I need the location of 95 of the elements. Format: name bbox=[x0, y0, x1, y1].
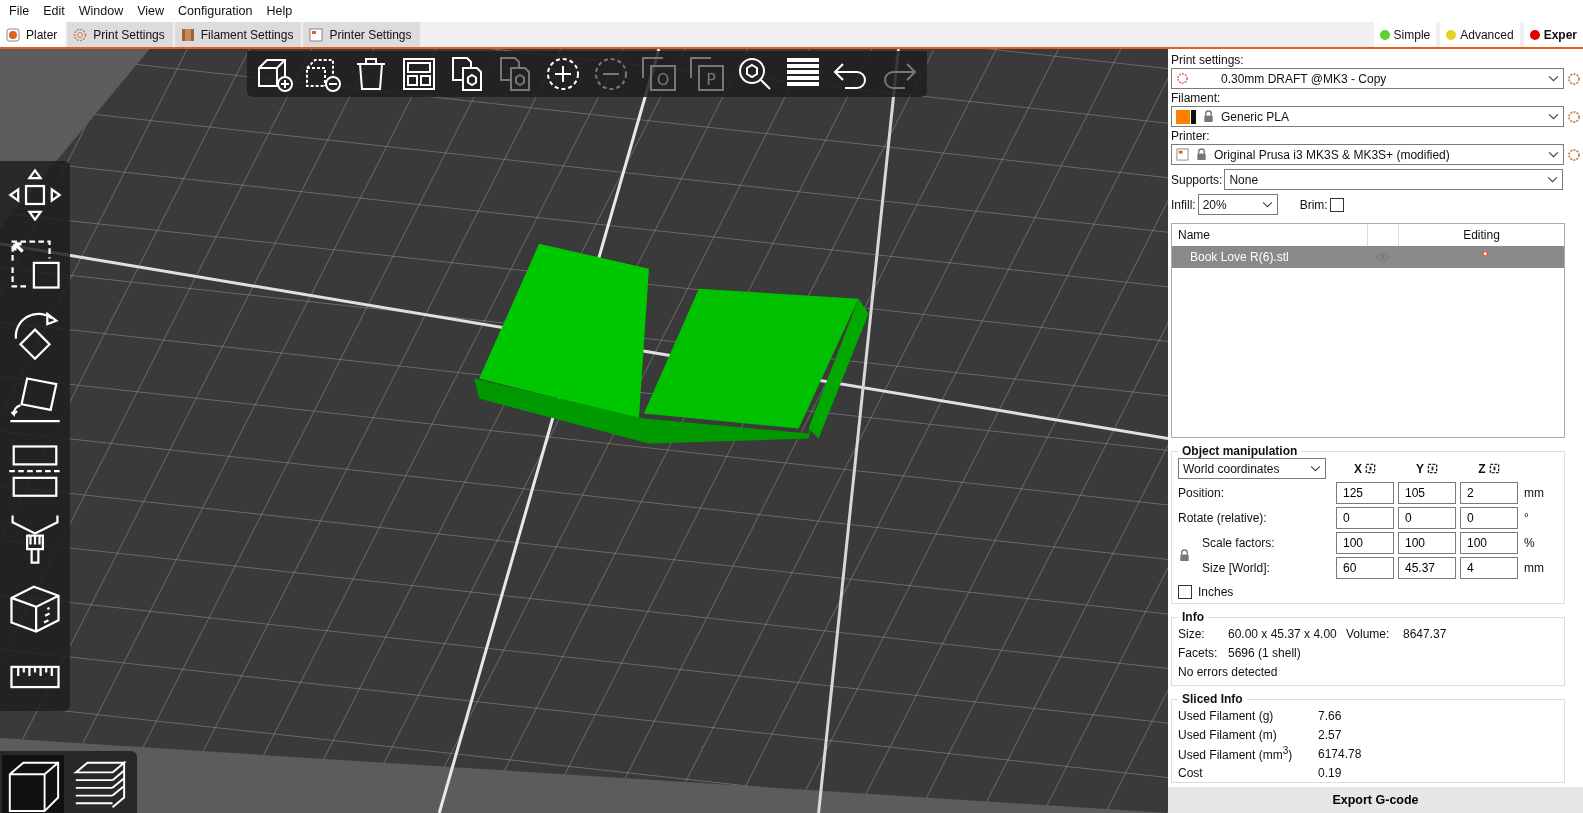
printer-icon bbox=[1176, 148, 1189, 161]
preset-dropdown[interactable]: 0.30mm DRAFT @MK3 - Copy bbox=[1171, 68, 1564, 89]
number-field[interactable]: 0 bbox=[1336, 507, 1394, 529]
spool-icon bbox=[180, 27, 195, 42]
unit-label: mm bbox=[1523, 486, 1545, 500]
number-field[interactable]: 100 bbox=[1398, 532, 1456, 554]
lock-icon bbox=[1195, 148, 1208, 161]
preset-label: Print settings: bbox=[1171, 53, 1245, 67]
chevron-down-icon bbox=[1261, 201, 1273, 208]
menu-item[interactable]: Window bbox=[71, 4, 131, 18]
axis-label: Y bbox=[1416, 461, 1424, 476]
info-label: Used Filament (m) bbox=[1178, 727, 1278, 742]
number-field[interactable]: 125 bbox=[1336, 482, 1394, 504]
settings-icon[interactable] bbox=[1567, 71, 1581, 86]
gear-icon bbox=[1176, 72, 1189, 85]
color-swatch-icon bbox=[1176, 109, 1196, 124]
number-field[interactable]: 0 bbox=[1398, 507, 1456, 529]
number-field[interactable]: 100 bbox=[1336, 532, 1394, 554]
menu-item[interactable]: Configuration bbox=[171, 4, 260, 18]
lock-icon bbox=[1202, 110, 1215, 123]
export-button[interactable]: Export G-code bbox=[1168, 787, 1583, 813]
drop-to-bed-icon[interactable] bbox=[1488, 463, 1500, 474]
unit-label: mm bbox=[1523, 561, 1545, 575]
settings-icon[interactable] bbox=[1567, 147, 1581, 162]
menu-item[interactable]: Edit bbox=[36, 4, 72, 18]
coordinates-dropdown[interactable]: World coordinates bbox=[1178, 458, 1326, 479]
group-title: Object manipulation bbox=[1181, 444, 1299, 458]
info-label: Used Filament (mm$^{3}$) bbox=[1178, 745, 1294, 762]
object-name: Book Love R(6).stl bbox=[1189, 250, 1290, 264]
group-title: Info bbox=[1181, 610, 1205, 624]
info-label: Used Filament (g) bbox=[1178, 708, 1275, 723]
info-value: 6174.78 bbox=[1318, 746, 1362, 761]
chevron-down-icon bbox=[1548, 75, 1559, 82]
number-field[interactable]: 2 bbox=[1460, 482, 1518, 504]
tab[interactable]: Print Settings bbox=[67, 22, 173, 47]
info-value: 2.57 bbox=[1318, 727, 1342, 742]
cube-icon[interactable] bbox=[2, 755, 64, 813]
menu-item[interactable]: View bbox=[130, 4, 172, 18]
drop-to-bed-icon[interactable] bbox=[1427, 463, 1438, 474]
preset-label: Printer: bbox=[1171, 129, 1211, 143]
icon-letter: O bbox=[656, 70, 670, 89]
move-icon[interactable] bbox=[7, 167, 63, 224]
menu-item[interactable]: File bbox=[2, 4, 37, 18]
info-label: Size: bbox=[1178, 626, 1206, 641]
settings-icon[interactable] bbox=[1567, 109, 1581, 124]
field-label: Size [World]: bbox=[1202, 561, 1271, 575]
chevron-down-icon bbox=[1310, 465, 1321, 472]
supports-label: Supports: bbox=[1171, 172, 1223, 187]
brim-label: Brim: bbox=[1299, 197, 1328, 212]
unit-label: ° bbox=[1523, 511, 1530, 525]
group-title: Sliced Info bbox=[1181, 692, 1244, 706]
number-field[interactable]: 60 bbox=[1336, 557, 1394, 579]
status-text: No errors detected bbox=[1178, 664, 1278, 679]
number-field[interactable]: 4 bbox=[1460, 557, 1518, 579]
menu-item[interactable]: Help bbox=[259, 4, 300, 18]
supports-dropdown[interactable]: None bbox=[1224, 169, 1563, 190]
axis-label: Z bbox=[1478, 461, 1486, 476]
tab[interactable]: Plater bbox=[0, 22, 66, 47]
chevron-down-icon bbox=[1548, 151, 1559, 158]
drop-to-bed-icon[interactable] bbox=[1365, 463, 1376, 474]
inches-label: Inches bbox=[1198, 585, 1234, 599]
printer-icon bbox=[309, 27, 324, 42]
number-field[interactable]: 105 bbox=[1398, 482, 1456, 504]
preset-label: Filament: bbox=[1171, 91, 1222, 105]
field-label: Scale factors: bbox=[1202, 536, 1276, 550]
lock-icon[interactable] bbox=[1178, 549, 1191, 562]
info-label: Volume: bbox=[1346, 626, 1391, 641]
number-field[interactable]: 45.37 bbox=[1398, 557, 1456, 579]
tab[interactable]: Printer Settings bbox=[303, 22, 420, 47]
unit-label: % bbox=[1523, 536, 1536, 550]
info-label: Cost bbox=[1178, 765, 1204, 780]
info-label: Facets: bbox=[1178, 645, 1219, 660]
number-field[interactable]: 100 bbox=[1460, 532, 1518, 554]
axis-label: X bbox=[1354, 461, 1362, 476]
field-label: Position: bbox=[1178, 486, 1226, 500]
number-field[interactable]: 0 bbox=[1460, 507, 1518, 529]
icon-letter: P bbox=[706, 70, 716, 89]
inches-checkbox[interactable] bbox=[1178, 585, 1192, 599]
info-value: 60.00 x 45.37 x 4.00 bbox=[1228, 626, 1338, 641]
infill-label: Infill: bbox=[1171, 197, 1196, 212]
infill-dropdown[interactable]: 20% bbox=[1197, 194, 1278, 215]
field-label: Rotate (relative): bbox=[1178, 511, 1268, 525]
preset-dropdown[interactable]: Original Prusa i3 MK3S & MK3S+ (modified) bbox=[1171, 144, 1564, 165]
brim-checkbox[interactable] bbox=[1329, 197, 1344, 212]
info-value: 8647.37 bbox=[1403, 626, 1447, 641]
tab[interactable]: Filament Settings bbox=[174, 22, 302, 47]
chevron-down-icon bbox=[1547, 176, 1558, 183]
cut-icon[interactable] bbox=[7, 442, 63, 499]
chevron-down-icon bbox=[1548, 113, 1559, 120]
preset-dropdown[interactable]: Generic PLA bbox=[1171, 106, 1564, 127]
info-value: 5696 (1 shell) bbox=[1228, 645, 1301, 660]
gear-icon bbox=[73, 27, 88, 42]
plater-icon bbox=[6, 27, 20, 42]
info-value: 7.66 bbox=[1318, 708, 1342, 723]
info-value: 0.19 bbox=[1318, 765, 1342, 780]
